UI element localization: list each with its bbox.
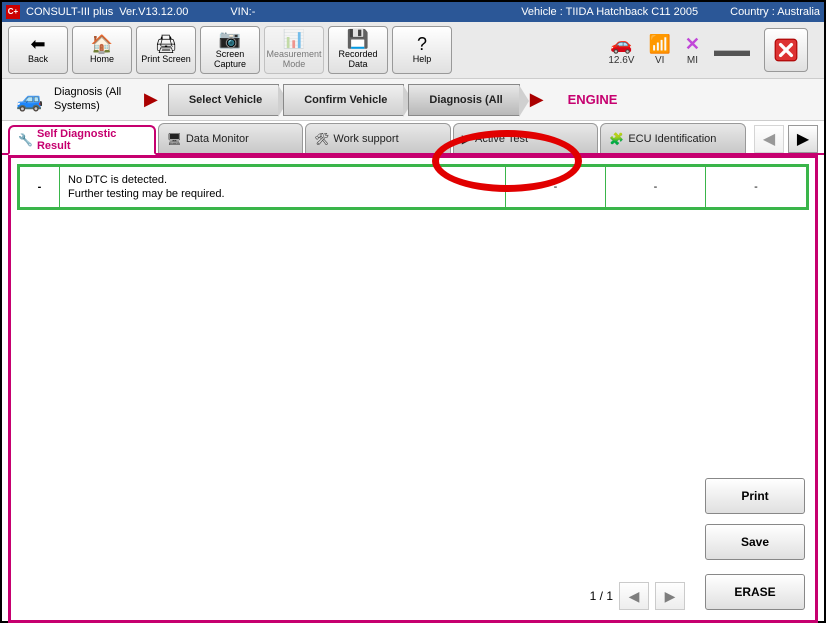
chevron-right-icon: ▶: [144, 89, 158, 110]
vehicle-label: Vehicle : TIIDA Hatchback C11 2005: [521, 6, 698, 18]
home-icon: 🏠: [91, 35, 113, 53]
app-icon: C+: [6, 5, 20, 19]
tab-next-button[interactable]: ▶: [788, 125, 818, 153]
dtc-result-row: - No DTC is detected. Further testing ma…: [17, 164, 809, 210]
dtc-col2: -: [606, 167, 706, 207]
title-bar: C+ CONSULT-III plus Ver.V13.12.00 VIN:- …: [2, 2, 824, 22]
battery-icon: ▬▬: [714, 40, 750, 61]
tab-nav: ◀ ▶: [754, 125, 818, 153]
breadcrumb-system: ENGINE: [568, 92, 618, 107]
tab-self-diag-label: Self Diagnostic Result: [37, 128, 146, 152]
recorded-data-label: Recorded Data: [329, 50, 387, 70]
breadcrumb-start: Diagnosis (All Systems): [54, 86, 134, 112]
car-icon: 🚗: [610, 34, 632, 55]
tab-work-support[interactable]: 🛠 Work support: [305, 123, 451, 153]
play-icon: ▶: [462, 132, 471, 146]
tab-self-diagnostic[interactable]: 🔧 Self Diagnostic Result: [8, 125, 156, 155]
breadcrumb-confirm-vehicle[interactable]: Confirm Vehicle: [283, 84, 404, 116]
dtc-col1: -: [506, 167, 606, 207]
erase-button[interactable]: ERASE: [705, 574, 805, 610]
tab-ecu-id-label: ECU Identification: [628, 133, 716, 145]
tab-bar: 🔧 Self Diagnostic Result 🖥 Data Monitor …: [2, 121, 824, 155]
dtc-message-cell: No DTC is detected. Further testing may …: [60, 167, 506, 207]
tab-data-monitor-label: Data Monitor: [186, 133, 249, 145]
breadcrumb-diagnosis-all[interactable]: Diagnosis (All: [408, 84, 519, 116]
breadcrumb: 🚙 Diagnosis (All Systems) ▶ Select Vehic…: [2, 79, 824, 121]
vin-label: VIN:-: [230, 6, 255, 18]
back-label: Back: [28, 55, 48, 65]
close-button[interactable]: [764, 28, 808, 72]
measurement-mode-button: 📊 Measurement Mode: [264, 26, 324, 74]
chevron-right-icon: ▶: [530, 89, 544, 110]
help-icon: ?: [417, 35, 427, 53]
wrench-icon: 🔧: [18, 133, 33, 147]
help-label: Help: [413, 55, 432, 65]
status-battery: ▬▬: [714, 40, 750, 61]
printer-icon: 🖨: [155, 35, 178, 53]
recorded-data-button[interactable]: 💾 Recorded Data: [328, 26, 388, 74]
app-version: Ver.V13.12.00: [119, 6, 188, 18]
screen-capture-label: Screen Capture: [201, 50, 259, 70]
dtc-code-cell: -: [20, 167, 60, 207]
tab-work-support-label: Work support: [333, 133, 398, 145]
country-label: Country : Australia: [730, 6, 820, 18]
pager-text: 1 / 1: [590, 589, 613, 603]
tab-data-monitor[interactable]: 🖥 Data Monitor: [158, 123, 304, 153]
vi-label: VI: [655, 55, 664, 66]
screen-capture-button[interactable]: 📷 Screen Capture: [200, 26, 260, 74]
action-buttons: Print Save: [705, 478, 805, 560]
save-button[interactable]: Save: [705, 524, 805, 560]
gauge-icon: 📊: [283, 30, 305, 48]
x-icon: ✕: [685, 34, 700, 55]
data-icon: 💾: [347, 30, 369, 48]
pager-prev-button: ◀: [619, 582, 649, 610]
pager-next-button: ▶: [655, 582, 685, 610]
dtc-col3: -: [706, 167, 806, 207]
status-voltage: 🚗 12.6V: [608, 34, 634, 66]
tab-active-test-label: Active Test: [475, 133, 528, 145]
tab-prev-button: ◀: [754, 125, 784, 153]
tab-active-test[interactable]: ▶ Active Test: [453, 123, 599, 153]
tool-icon: 🛠: [314, 132, 329, 146]
print-button[interactable]: Print: [705, 478, 805, 514]
monitor-icon: 🖥: [167, 132, 182, 146]
back-arrow-icon: ⬅: [30, 35, 45, 53]
measurement-mode-label: Measurement Mode: [265, 50, 323, 70]
close-icon: [773, 37, 799, 63]
pager: 1 / 1 ◀ ▶: [590, 582, 685, 610]
print-screen-label: Print Screen: [141, 55, 191, 65]
status-area: 🚗 12.6V 📶 VI ✕ MI ▬▬: [598, 26, 818, 74]
status-vi: 📶 VI: [648, 34, 670, 66]
camera-icon: 📷: [219, 30, 241, 48]
tab-ecu-identification[interactable]: 🧩 ECU Identification: [600, 123, 746, 153]
diagnosis-icon: 🚙: [10, 85, 50, 115]
chip-icon: 🧩: [609, 132, 624, 146]
breadcrumb-select-vehicle[interactable]: Select Vehicle: [168, 84, 279, 116]
signal-icon: 📶: [648, 34, 670, 55]
status-mi: ✕ MI: [685, 34, 700, 66]
toolbar: ⬅ Back 🏠 Home 🖨 Print Screen 📷 Screen Ca…: [2, 22, 824, 79]
mi-label: MI: [687, 55, 698, 66]
back-button[interactable]: ⬅ Back: [8, 26, 68, 74]
home-label: Home: [90, 55, 114, 65]
content-panel: - No DTC is detected. Further testing ma…: [8, 155, 818, 623]
home-button[interactable]: 🏠 Home: [72, 26, 132, 74]
print-screen-button[interactable]: 🖨 Print Screen: [136, 26, 196, 74]
help-button[interactable]: ? Help: [392, 26, 452, 74]
voltage-value: 12.6V: [608, 55, 634, 66]
app-name: CONSULT-III plus: [26, 6, 113, 18]
